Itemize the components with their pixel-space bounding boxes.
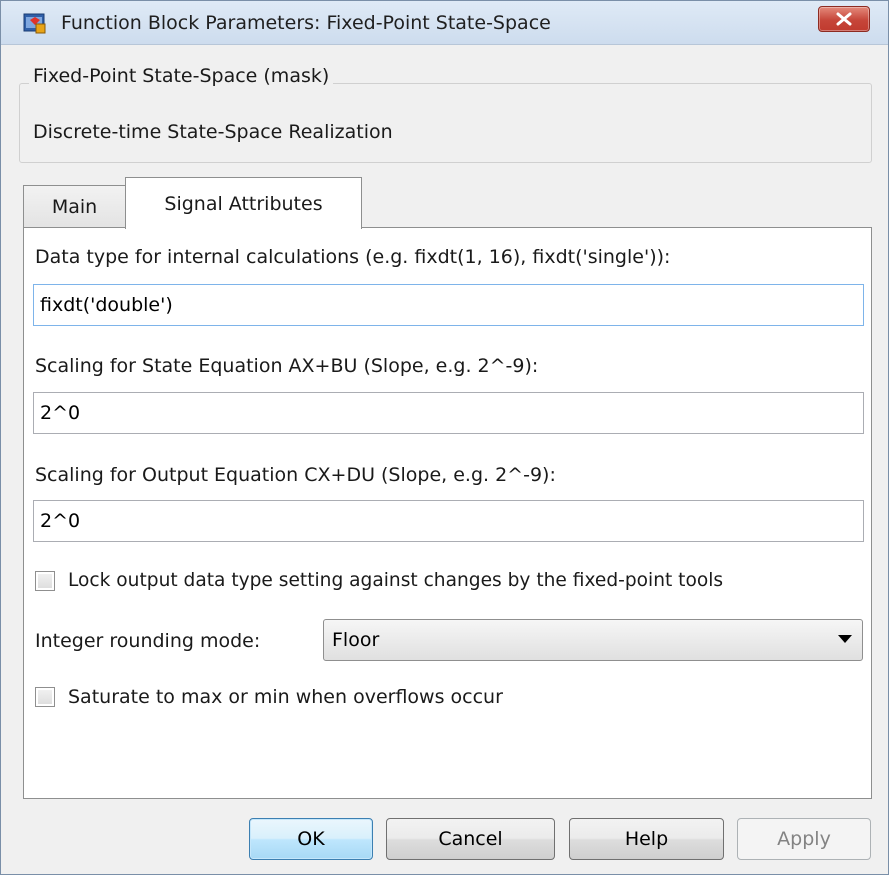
title-bar[interactable]: Function Block Parameters: Fixed-Point S… xyxy=(1,1,888,45)
saturate-label[interactable]: Saturate to max or min when overflows oc… xyxy=(68,686,503,708)
internal-dtype-label: Data type for internal calculations (e.g… xyxy=(35,246,671,268)
tab-main-label: Main xyxy=(51,196,98,218)
simulink-block-icon xyxy=(23,13,46,34)
apply-button[interactable]: Apply xyxy=(737,818,871,860)
state-scaling-label: Scaling for State Equation AX+BU (Slope,… xyxy=(35,355,539,377)
ok-button[interactable]: OK xyxy=(249,818,373,860)
chevron-down-icon xyxy=(838,635,852,643)
mask-title: Fixed-Point State-Space (mask) xyxy=(29,65,334,87)
help-button[interactable]: Help xyxy=(569,818,724,860)
tab-main[interactable]: Main xyxy=(23,185,126,228)
lock-output-dtype-checkbox[interactable] xyxy=(35,571,55,591)
rounding-mode-value: Floor xyxy=(332,629,380,651)
state-scaling-input[interactable]: 2^0 xyxy=(33,392,864,434)
saturate-checkbox[interactable] xyxy=(35,687,55,707)
output-scaling-label: Scaling for Output Equation CX+DU (Slope… xyxy=(35,464,556,486)
mask-description: Discrete-time State-Space Realization xyxy=(33,121,393,143)
tab-signal-attributes-label: Signal Attributes xyxy=(164,192,323,215)
window-title: Function Block Parameters: Fixed-Point S… xyxy=(61,12,551,34)
close-icon xyxy=(836,12,852,26)
output-scaling-input[interactable]: 2^0 xyxy=(33,500,864,542)
internal-dtype-input[interactable]: fixdt('double') xyxy=(33,284,864,326)
signal-attributes-panel: Data type for internal calculations (e.g… xyxy=(23,227,872,799)
tab-signal-attributes[interactable]: Signal Attributes xyxy=(125,177,362,229)
rounding-mode-label: Integer rounding mode: xyxy=(35,630,261,652)
rounding-mode-select[interactable]: Floor xyxy=(323,619,863,661)
close-button[interactable] xyxy=(818,6,870,32)
dialog-window: Function Block Parameters: Fixed-Point S… xyxy=(0,0,889,875)
cancel-button[interactable]: Cancel xyxy=(386,818,555,860)
lock-output-dtype-label[interactable]: Lock output data type setting against ch… xyxy=(68,570,723,591)
